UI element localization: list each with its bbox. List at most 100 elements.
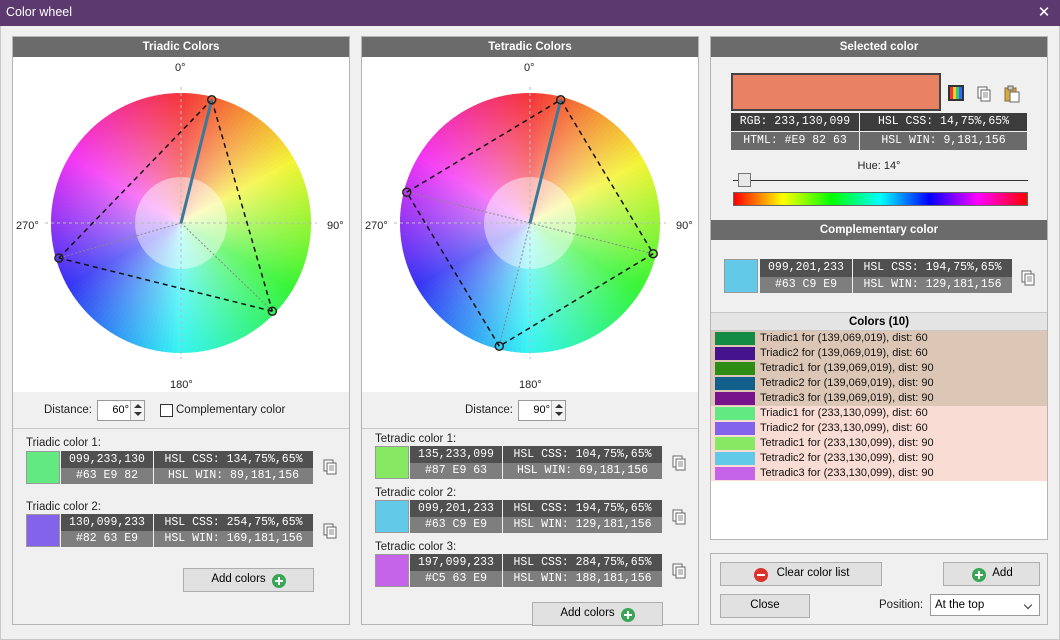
triadic-color-2-swatch[interactable] [26, 514, 60, 547]
triadic-add-colors-button[interactable]: Add colors [183, 568, 314, 592]
list-item[interactable]: Tetradic1 for (139,069,019), dist: 90 [711, 361, 1047, 376]
triadic-color-1-swatch[interactable] [26, 451, 60, 484]
paste-icon[interactable] [1003, 85, 1021, 103]
hsl-css-value: HSL CSS: 194,75%,65% [503, 500, 662, 517]
list-item[interactable]: Triadic1 for (233,130,099), dist: 60 [711, 406, 1047, 421]
copy-icon[interactable] [670, 508, 688, 526]
close-window-icon[interactable]: ✕ [1034, 3, 1054, 21]
add-colors-icon [621, 608, 635, 622]
selected-color-swatch[interactable] [731, 73, 941, 111]
tetradic-color-3-swatch[interactable] [375, 554, 409, 587]
colors-list-header: Colors (10) [711, 312, 1047, 331]
tetradic-color-2-swatch[interactable] [375, 500, 409, 533]
spin-up-icon[interactable] [555, 404, 563, 408]
angle-bottom-label: 180° [170, 379, 193, 391]
rgb-value: 099,201,233 [410, 500, 502, 517]
spin-up-icon[interactable] [134, 404, 142, 408]
tetradic-color-wheel[interactable] [362, 57, 698, 392]
rgb-value: 130,099,233 [61, 514, 153, 531]
copy-icon[interactable] [1019, 269, 1037, 287]
spin-down-icon[interactable] [555, 412, 563, 416]
position-value: At the top [935, 599, 985, 611]
close-button[interactable]: Close [720, 594, 810, 618]
hsl-win-value: HSL WIN: 188,181,156 [503, 571, 662, 587]
complementary-checkbox[interactable] [160, 404, 173, 417]
selected-hsl-css: HSL CSS: 14,75%,65% [860, 113, 1027, 131]
list-item[interactable]: Tetradic3 for (139,069,019), dist: 90 [711, 391, 1047, 406]
list-item-swatch [715, 332, 755, 345]
selected-html: HTML: #E9 82 63 [731, 132, 859, 150]
actions-group: Clear color list Add Close Position: At … [710, 553, 1048, 625]
add-button[interactable]: Add [943, 562, 1040, 586]
tetradic-distance-spinner[interactable]: 90° [518, 400, 566, 421]
triadic-color-2-label: Triadic color 2: [26, 501, 101, 513]
list-item-label: Tetradic3 for (139,069,019), dist: 90 [760, 392, 934, 404]
tetradic-color-2-label: Tetradic color 2: [375, 487, 457, 499]
list-item[interactable]: Tetradic2 for (139,069,019), dist: 90 [711, 376, 1047, 391]
complementary-header: Complementary color [711, 220, 1047, 240]
hex-value: #63 E9 82 [61, 468, 153, 484]
list-item-swatch [715, 467, 755, 480]
colors-list[interactable]: Triadic1 for (139,069,019), dist: 60 Tria… [711, 331, 1047, 539]
list-item-swatch [715, 407, 755, 420]
hex-value: #82 63 E9 [61, 531, 153, 547]
list-item[interactable]: Tetradic3 for (233,130,099), dist: 90 [711, 466, 1047, 481]
tetradic-add-colors-button[interactable]: Add colors [532, 602, 663, 626]
list-item[interactable]: Tetradic1 for (233,130,099), dist: 90 [711, 436, 1047, 451]
angle-left-label: 270° [365, 220, 388, 232]
complementary-swatch[interactable] [724, 259, 758, 293]
distance-label: Distance: [465, 404, 513, 416]
title-bar: Color wheel ✕ [0, 0, 1060, 26]
list-item-label: Tetradic3 for (233,130,099), dist: 90 [760, 467, 934, 479]
copy-icon[interactable] [321, 458, 339, 476]
complementary-checkbox-label: Complementary color [176, 404, 286, 416]
distance-label: Distance: [44, 404, 92, 416]
hsl-css-value: HSL CSS: 254,75%,65% [154, 514, 313, 531]
copy-icon[interactable] [670, 454, 688, 472]
tetradic-color-1-swatch[interactable] [375, 446, 409, 479]
tetradic-color-1-label: Tetradic color 1: [375, 433, 457, 445]
add-colors-label: Add colors [560, 607, 615, 619]
list-item-label: Triadic2 for (139,069,019), dist: 60 [760, 347, 928, 359]
list-item-swatch [715, 362, 755, 375]
triadic-panel: Triadic Colors 0° 90° 180° 270° Distance… [12, 36, 350, 625]
hue-spectrum-bar[interactable] [733, 192, 1028, 206]
copy-icon[interactable] [670, 562, 688, 580]
color-picker-icon[interactable] [948, 85, 964, 101]
hex-value: #63 C9 E9 [760, 277, 852, 293]
tetradic-wheel-area: 0° 90° 180° 270° [362, 57, 698, 392]
clear-color-list-button[interactable]: Clear color list [720, 562, 882, 586]
copy-icon[interactable] [975, 85, 993, 103]
copy-icon[interactable] [321, 522, 339, 540]
list-item-label: Triadic1 for (139,069,019), dist: 60 [760, 332, 928, 344]
list-item[interactable]: Triadic1 for (139,069,019), dist: 60 [711, 331, 1047, 346]
hsl-css-value: HSL CSS: 194,75%,65% [853, 259, 1012, 277]
rgb-value: 099,201,233 [760, 259, 852, 277]
chevron-down-icon [1023, 600, 1033, 610]
list-item[interactable]: Triadic2 for (139,069,019), dist: 60 [711, 346, 1047, 361]
rgb-value: 197,099,233 [410, 554, 502, 571]
selected-rgb: RGB: 233,130,099 [731, 113, 859, 131]
position-select[interactable]: At the top [930, 594, 1040, 616]
tetradic-controls: Distance: 90° Tetradic color 1: 135,233,… [362, 392, 698, 626]
selected-header: Selected color [711, 37, 1047, 57]
angle-right-label: 90° [676, 220, 693, 232]
hue-label: Hue: 14° [857, 160, 901, 172]
list-item-label: Triadic2 for (233,130,099), dist: 60 [760, 422, 928, 434]
hex-value: #87 E9 63 [410, 463, 502, 479]
list-item-swatch [715, 422, 755, 435]
hsl-css-value: HSL CSS: 284,75%,65% [503, 554, 662, 571]
tetradic-color-3-label: Tetradic color 3: [375, 541, 457, 553]
list-item-label: Tetradic1 for (233,130,099), dist: 90 [760, 437, 934, 449]
clear-color-list-label: Clear color list [776, 567, 850, 579]
triadic-color-wheel[interactable] [13, 57, 349, 392]
angle-right-label: 90° [327, 220, 344, 232]
selected-panel: Selected color RGB: 233,130,099 HSL CSS:… [710, 36, 1048, 540]
spin-down-icon[interactable] [134, 412, 142, 416]
hue-slider-thumb[interactable] [738, 173, 752, 187]
position-label: Position: [879, 599, 924, 611]
hue-slider-track [733, 180, 1028, 181]
list-item[interactable]: Tetradic2 for (233,130,099), dist: 90 [711, 451, 1047, 466]
list-item[interactable]: Triadic2 for (233,130,099), dist: 60 [711, 421, 1047, 436]
triadic-distance-spinner[interactable]: 60° [97, 400, 145, 421]
